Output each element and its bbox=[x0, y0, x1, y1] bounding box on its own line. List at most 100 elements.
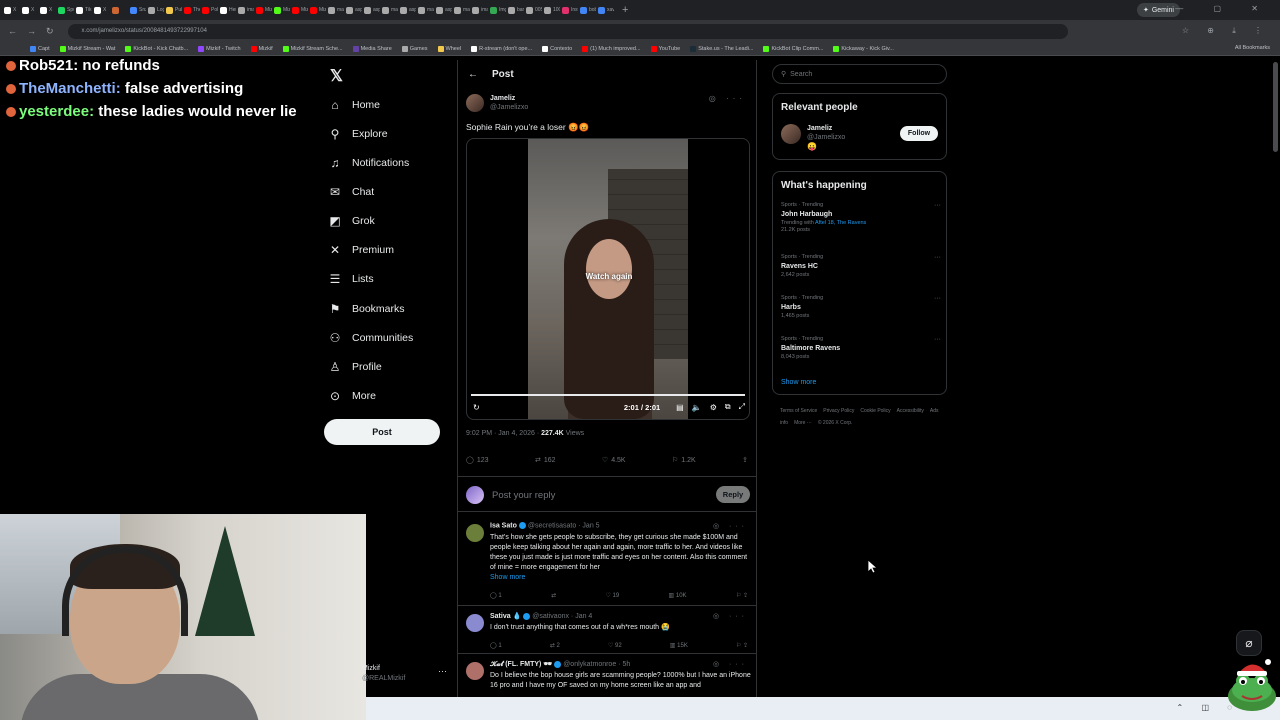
browser-tab[interactable]: 100 bbox=[544, 2, 560, 18]
forward-icon[interactable]: → bbox=[27, 26, 36, 36]
author-name[interactable]: Jameliz bbox=[490, 94, 528, 103]
url-field[interactable]: x.com/jamelizxo/status/20084814937229971… bbox=[67, 23, 1068, 39]
browser-tab[interactable]: ma bbox=[418, 2, 434, 18]
bookmark-item[interactable]: KickBot Clip Comm... bbox=[763, 45, 823, 52]
bookmark-icon[interactable]: ⚐ ⇪ bbox=[736, 642, 748, 649]
new-tab-button[interactable]: + bbox=[622, 4, 628, 16]
bookmark-item[interactable]: Stake.us - The Leadi... bbox=[690, 45, 753, 52]
browser-tab[interactable]: ban bbox=[508, 2, 524, 18]
browser-tab[interactable]: Miz bbox=[274, 2, 290, 18]
post-timestamp[interactable]: 9:02 PM · Jan 4, 2026 · bbox=[466, 430, 541, 437]
account-switcher[interactable]: Mizkif @REALMizkif bbox=[362, 664, 405, 684]
sidebar-item-explore[interactable]: ⚲ Explore bbox=[328, 123, 388, 145]
relevant-handle[interactable]: @Jamelizxo bbox=[807, 133, 845, 142]
browser-tab[interactable] bbox=[112, 2, 128, 18]
reply-more-icon[interactable]: ◎ ··· bbox=[713, 660, 748, 668]
browser-tab[interactable]: The bbox=[184, 2, 200, 18]
browser-tab[interactable]: asp bbox=[400, 2, 416, 18]
repost-action[interactable]: ⇄ 162 bbox=[535, 453, 556, 467]
heart-action[interactable]: ♡ 19 bbox=[605, 592, 619, 599]
footer-link[interactable]: © 2026 X Corp. bbox=[818, 420, 853, 426]
bookmark-item[interactable]: YouTube bbox=[650, 45, 680, 52]
reply-author-handle[interactable]: @sativaonx · Jan 4 bbox=[532, 613, 592, 620]
reply-author-name[interactable]: Isa Sato bbox=[490, 522, 517, 529]
sidebar-item-notifications[interactable]: ♫ Notifications bbox=[328, 152, 410, 174]
browser-tab[interactable]: Inst bbox=[562, 2, 578, 18]
reply-post[interactable]: Isa Sato @secretisasato · Jan 5 ◎ ··· That'… bbox=[458, 516, 756, 606]
captions-icon[interactable]: ▤ bbox=[676, 403, 684, 412]
sidebar-item-lists[interactable]: ☰ Lists bbox=[328, 268, 374, 290]
browser-tab[interactable]: bob bbox=[580, 2, 596, 18]
x-logo-icon[interactable]: 𝕏 bbox=[330, 66, 343, 86]
reply-post[interactable]: 𝓚𝓪𝓽 (FL. FMTY) 🕶 @onlykatmonroe · 5h ◎ ···… bbox=[458, 654, 756, 700]
pip-icon[interactable]: ⧉ bbox=[725, 402, 731, 412]
browser-tab[interactable]: ma bbox=[454, 2, 470, 18]
show-more-link[interactable]: Show more bbox=[490, 574, 525, 581]
browser-tab[interactable]: Pull bbox=[166, 2, 182, 18]
fullscreen-icon[interactable]: ⤢ bbox=[739, 402, 745, 412]
bookmark-item[interactable]: Mizkif Stream Sche... bbox=[282, 45, 343, 52]
browser-tab[interactable]: Log bbox=[148, 2, 164, 18]
reply-author-name[interactable]: 𝓚𝓪𝓽 (FL. FMTY) 🕶 bbox=[490, 661, 552, 668]
browser-tab[interactable]: ima bbox=[472, 2, 488, 18]
repost-action[interactable]: ⇄ bbox=[551, 592, 556, 599]
sidebar-item-profile[interactable]: ♙ Profile bbox=[328, 356, 382, 378]
follow-button[interactable]: Follow bbox=[900, 126, 938, 141]
browser-tab[interactable]: Miz bbox=[292, 2, 308, 18]
replay-icon[interactable]: ↻ bbox=[473, 403, 480, 412]
relevant-name[interactable]: Jameliz bbox=[807, 124, 845, 133]
reply-action[interactable]: ◯ 123 bbox=[466, 453, 489, 467]
browser-tab[interactable]: Miz bbox=[256, 2, 272, 18]
reply-input[interactable]: Post your reply bbox=[492, 490, 555, 501]
grok-floating-icon[interactable]: ⌀ bbox=[1236, 630, 1262, 656]
reply-author-handle[interactable]: @onlykatmonroe · 5h bbox=[563, 661, 630, 668]
browser-tab[interactable]: Snz bbox=[130, 2, 146, 18]
bookmark-item[interactable]: Capt bbox=[30, 45, 50, 52]
browser-tab[interactable]: Spo bbox=[58, 2, 74, 18]
views-action[interactable]: ▥ 15K bbox=[670, 642, 688, 649]
window-controls[interactable]: — ▢ ✕ bbox=[1175, 4, 1272, 13]
bookmark-item[interactable]: Kickaway - Kick Giv... bbox=[833, 45, 894, 52]
trend-more-icon[interactable]: ··· bbox=[934, 254, 941, 262]
page-scrollbar[interactable] bbox=[1273, 62, 1278, 152]
sidebar-item-home[interactable]: ⌂ Home bbox=[328, 94, 380, 116]
relevant-person[interactable]: Jameliz @Jamelizxo 😛 bbox=[781, 124, 845, 151]
browser-tools[interactable]: ☆ ⊕ ⤓ ⋮ bbox=[1182, 26, 1270, 36]
bookmark-item[interactable]: R-stream (don't ope... bbox=[471, 45, 532, 52]
sidebar-item-bookmarks[interactable]: ⚑ Bookmarks bbox=[328, 298, 405, 320]
account-more-icon[interactable]: ··· bbox=[438, 666, 447, 676]
browser-tab[interactable]: Img bbox=[490, 2, 506, 18]
avatar[interactable] bbox=[781, 124, 801, 144]
reply-action[interactable]: ◯ 1 bbox=[490, 642, 502, 649]
reply-more-icon[interactable]: ◎ ··· bbox=[713, 522, 748, 530]
browser-tab[interactable]: asp bbox=[364, 2, 380, 18]
browser-tab[interactable]: Hen bbox=[220, 2, 236, 18]
trend-more-icon[interactable]: ··· bbox=[934, 295, 941, 303]
trend-item[interactable]: Sports · Trending John Harbaugh Trending w… bbox=[781, 202, 941, 235]
bookmark-item[interactable]: Media Share bbox=[352, 45, 392, 52]
footer-link[interactable]: Terms of Service bbox=[780, 408, 817, 414]
volume-icon[interactable]: 🔈 bbox=[692, 403, 702, 412]
author-handle[interactable]: @Jamelizxo bbox=[490, 103, 528, 112]
browser-tab[interactable]: ima bbox=[238, 2, 254, 18]
footer-link[interactable]: Accessibility bbox=[897, 408, 924, 414]
browser-tab[interactable]: Pok bbox=[202, 2, 218, 18]
video-player[interactable]: Watch again ↻ 2:01 / 2:01 ▤ 🔈 ⚙ ⧉ ⤢ bbox=[466, 138, 750, 420]
trend-item[interactable]: Sports · Trending Harbs 1,465 posts ··· bbox=[781, 295, 941, 320]
reply-more-icon[interactable]: ◎ ··· bbox=[713, 612, 748, 620]
back-icon[interactable]: ← bbox=[8, 26, 17, 36]
bookmark-item[interactable]: Contexto bbox=[542, 45, 572, 52]
reply-button[interactable]: Reply bbox=[716, 486, 750, 503]
heart-action[interactable]: ♡ 92 bbox=[608, 642, 622, 649]
trend-item[interactable]: Sports · Trending Ravens HC 2,642 posts ··· bbox=[781, 254, 941, 279]
trend-more-icon[interactable]: ··· bbox=[934, 336, 941, 344]
bookmark-item[interactable]: (1) Much improved... bbox=[582, 45, 641, 52]
sidebar-item-premium[interactable]: ✕ Premium bbox=[328, 239, 394, 261]
reply-author-name[interactable]: Sativa 💧 bbox=[490, 613, 521, 620]
share-action[interactable]: ⇪ bbox=[742, 453, 748, 467]
trend-item[interactable]: Sports · Trending Baltimore Ravens 8,043 p… bbox=[781, 336, 941, 361]
avatar[interactable] bbox=[466, 614, 484, 632]
back-arrow-icon[interactable]: ← bbox=[468, 69, 478, 80]
browser-tab[interactable]: X bbox=[22, 2, 38, 18]
browser-tab[interactable]: ma bbox=[382, 2, 398, 18]
